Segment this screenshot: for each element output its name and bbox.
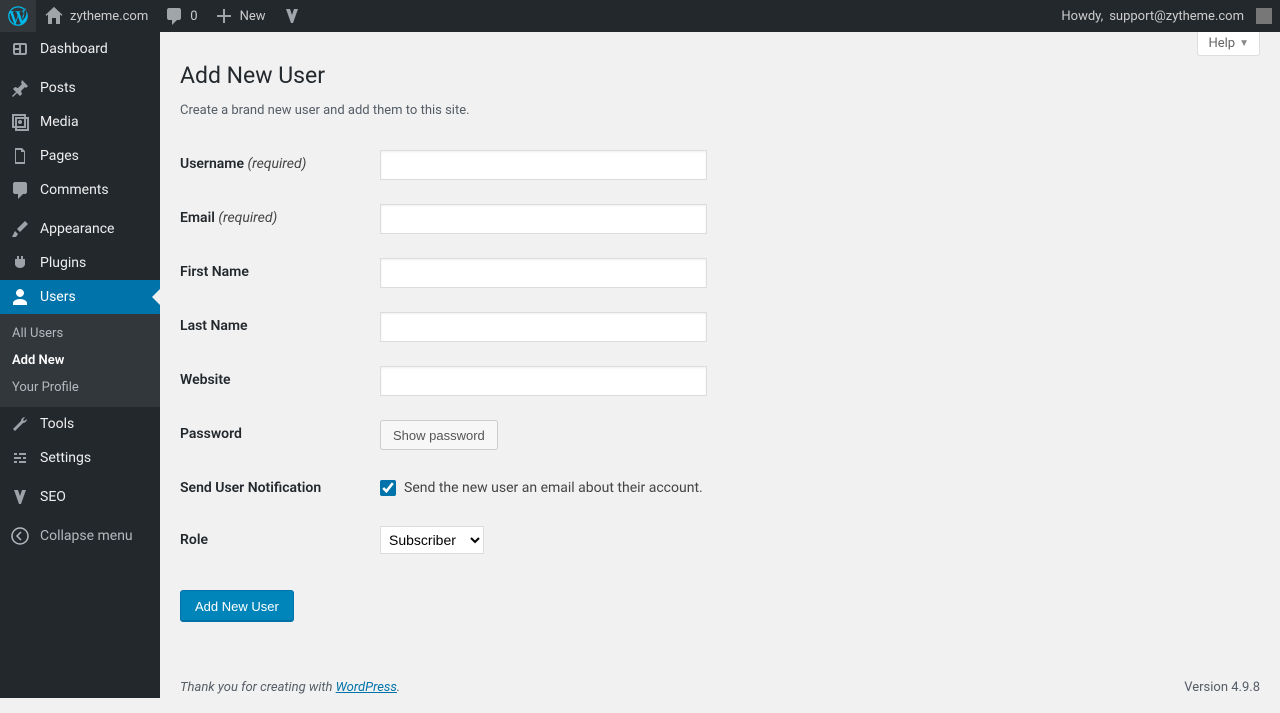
sidebar-label-dashboard: Dashboard [40,41,108,57]
collapse-icon [10,526,30,546]
label-username: Username [180,156,244,172]
sidebar-label-settings: Settings [40,450,91,466]
label-first-name: First Name [180,264,249,280]
new-content-link[interactable]: New [206,0,274,32]
sidebar-item-comments[interactable]: Comments [0,173,160,207]
wordpress-icon [8,6,28,26]
label-website: Website [180,372,231,388]
sidebar-label-posts: Posts [40,80,76,96]
sidebar-item-media[interactable]: Media [0,105,160,139]
sidebar-item-plugins[interactable]: Plugins [0,246,160,280]
submenu-add-new[interactable]: Add New [0,347,160,374]
footer-thanks-suffix: . [397,680,400,695]
show-password-button[interactable]: Show password [380,420,498,450]
avatar-icon [1256,8,1272,24]
sidebar-submenu-users: All Users Add New Your Profile [0,314,160,407]
footer: Thank you for creating with WordPress. V… [160,662,1280,713]
admin-sidebar: Dashboard Posts Media Pages Comments App… [0,32,160,698]
content-wrap: Help ▼ Add New User Create a brand new u… [160,0,1280,713]
dashboard-icon [10,39,30,59]
home-icon [44,6,64,26]
sidebar-label-pages: Pages [40,148,79,164]
collapse-label: Collapse menu [40,528,133,544]
plus-icon [214,6,234,26]
label-password: Password [180,426,242,442]
howdy-prefix: Howdy, [1061,9,1103,24]
sidebar-label-plugins: Plugins [40,255,86,271]
sidebar-label-tools: Tools [40,416,74,432]
sidebar-label-media: Media [40,114,79,130]
required-hint: (required) [247,156,306,172]
sidebar-item-settings[interactable]: Settings [0,441,160,475]
sidebar-label-seo: SEO [40,489,66,505]
email-input[interactable] [380,204,707,234]
sliders-icon [10,448,30,468]
site-name-text: zytheme.com [70,9,148,24]
brush-icon [10,219,30,239]
user-icon [10,287,30,307]
wrench-icon [10,414,30,434]
label-email: Email [180,210,215,226]
label-last-name: Last Name [180,318,248,334]
howdy-user: support@zytheme.com [1109,9,1244,24]
sidebar-label-comments: Comments [40,182,109,198]
help-tab[interactable]: Help ▼ [1197,32,1260,56]
help-label: Help [1208,36,1235,51]
submenu-your-profile[interactable]: Your Profile [0,374,160,401]
last-name-input[interactable] [380,312,707,342]
version-text: Version 4.9.8 [1184,680,1260,695]
notification-checkbox[interactable] [380,480,396,496]
add-new-user-button[interactable]: Add New User [180,590,294,622]
page-description: Create a brand new user and add them to … [180,103,1260,118]
sidebar-item-appearance[interactable]: Appearance [0,212,160,246]
comments-count: 0 [190,9,197,24]
media-icon [10,112,30,132]
notification-checkbox-label[interactable]: Send the new user an email about their a… [380,480,1250,496]
page-title: Add New User [180,62,1260,89]
sidebar-item-users[interactable]: Users [0,280,160,314]
sidebar-item-pages[interactable]: Pages [0,139,160,173]
wordpress-link[interactable]: WordPress [336,680,397,695]
plugin-icon [10,253,30,273]
comments-icon [10,180,30,200]
first-name-input[interactable] [380,258,707,288]
label-role: Role [180,532,208,548]
sidebar-item-tools[interactable]: Tools [0,407,160,441]
collapse-menu[interactable]: Collapse menu [0,519,160,553]
sidebar-item-dashboard[interactable]: Dashboard [0,32,160,66]
chevron-down-icon: ▼ [1239,38,1249,49]
admin-bar: zytheme.com 0 New Howdy, support@zytheme… [0,0,1280,32]
required-hint: (required) [218,210,277,226]
notification-text: Send the new user an email about their a… [404,480,703,496]
sidebar-label-users: Users [40,289,76,305]
role-select[interactable]: Subscriber [380,526,484,554]
username-input[interactable] [380,150,707,180]
label-notification: Send User Notification [180,480,321,496]
comments-link[interactable]: 0 [156,0,205,32]
sidebar-item-seo[interactable]: SEO [0,480,160,514]
wp-logo-menu[interactable] [0,0,36,32]
my-account-link[interactable]: Howdy, support@zytheme.com [1053,0,1280,32]
comment-icon [164,6,184,26]
seo-toolbar-link[interactable] [274,0,310,32]
form-table: Username (required) Email (required) Fir… [180,138,1260,566]
footer-thanks-prefix: Thank you for creating with [180,680,336,695]
pin-icon [10,78,30,98]
website-input[interactable] [380,366,707,396]
sidebar-item-posts[interactable]: Posts [0,71,160,105]
sidebar-label-appearance: Appearance [40,221,114,237]
new-content-label: New [240,9,266,24]
submenu-all-users[interactable]: All Users [0,320,160,347]
seo-icon [282,6,302,26]
page-icon [10,146,30,166]
seo-menu-icon [10,487,30,507]
site-name-link[interactable]: zytheme.com [36,0,156,32]
